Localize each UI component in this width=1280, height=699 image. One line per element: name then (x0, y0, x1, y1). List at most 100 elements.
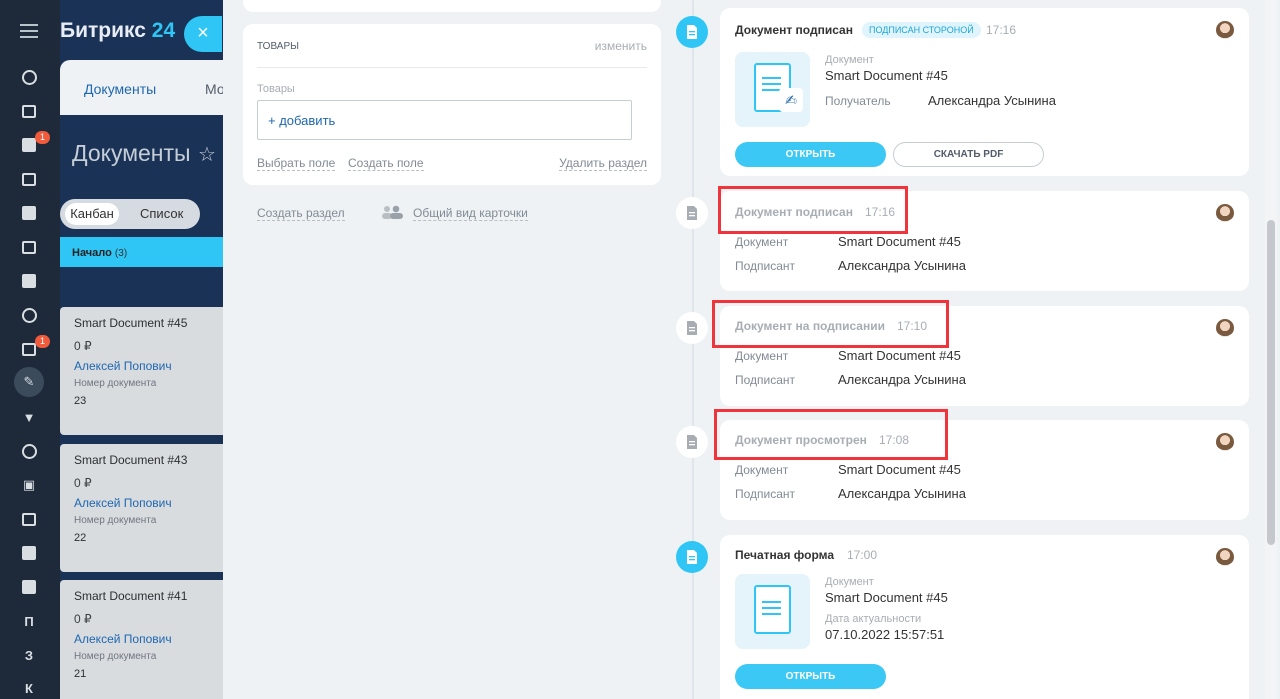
kanban-card-person[interactable]: Алексей Попович (74, 496, 172, 510)
create-field-link[interactable]: Создать поле (348, 156, 424, 171)
kanban-card[interactable]: Smart Document #45 0 ₽ Алексей Попович Н… (60, 307, 223, 435)
kanban-card-value: 21 (74, 668, 87, 680)
kanban-card-title[interactable]: Smart Document #45 (74, 316, 187, 330)
document-icon (676, 312, 708, 344)
kanban-card[interactable]: Smart Document #41 0 ₽ Алексей Попович Н… (60, 580, 223, 699)
feed-icon[interactable] (20, 68, 38, 86)
scrollbar[interactable] (1265, 0, 1277, 699)
chat-badge: 1 (35, 131, 50, 144)
left-nav: 1 1 ✎ ▼ ▣ П З К (0, 0, 60, 699)
add-goods-link[interactable]: + добавить (268, 113, 335, 128)
scrollbar-thumb[interactable] (1267, 220, 1275, 545)
calendar-icon[interactable] (20, 170, 38, 188)
highlight-box (714, 409, 948, 460)
filter-icon[interactable]: ▼ (20, 408, 38, 426)
goods-section: ТОВАРЫ изменить Товары + добавить Выбрат… (243, 24, 661, 185)
event-time: 17:00 (847, 548, 878, 562)
document-thumbnail[interactable] (735, 574, 810, 649)
kanban-card-title[interactable]: Smart Document #43 (74, 453, 187, 467)
doc-label: Документ (825, 576, 874, 588)
nav-letter-p[interactable]: П (20, 612, 38, 630)
kanban-card[interactable]: Smart Document #43 0 ₽ Алексей Попович Н… (60, 444, 223, 572)
doc-label: Документ (735, 349, 789, 363)
kanban-card-person[interactable]: Алексей Попович (74, 359, 172, 373)
doc-value[interactable]: Smart Document #45 (825, 590, 948, 605)
view-switcher: Канбан Список (60, 199, 200, 229)
kanban-card-person[interactable]: Алексей Попович (74, 632, 172, 646)
add-goods-field[interactable]: + добавить (257, 100, 632, 140)
robot-icon[interactable] (20, 544, 38, 562)
delete-section-link[interactable]: Удалить раздел (559, 156, 647, 171)
target-icon[interactable] (20, 442, 38, 460)
date-value: 07.10.2022 15:57:51 (825, 627, 945, 642)
drive-icon[interactable] (20, 238, 38, 256)
timeline-card-signed: Документ подписан подписан стороной 17:1… (720, 8, 1249, 176)
nav-letter-z[interactable]: З (20, 646, 38, 664)
create-section-link[interactable]: Создать раздел (257, 206, 345, 221)
background-page: Битрикс 24 × Документы Мо Документы ☆ Ка… (60, 0, 223, 699)
event-time: 17:16 (986, 23, 1017, 37)
avatar[interactable] (1216, 204, 1234, 222)
tasks-icon[interactable] (20, 102, 38, 120)
recipient-label: Получатель (825, 94, 891, 108)
tab-other[interactable]: Мо (205, 81, 223, 97)
document-icon (676, 426, 708, 458)
avatar[interactable] (1216, 319, 1234, 337)
kanban-card-value: 22 (74, 532, 87, 544)
contacts-icon[interactable] (20, 306, 38, 324)
cart-icon[interactable]: ▣ (20, 476, 38, 494)
card-icon[interactable] (20, 510, 38, 528)
nav-letter-k[interactable]: К (20, 679, 38, 697)
select-field-link[interactable]: Выбрать поле (257, 156, 336, 171)
event-title: Документ подписан (735, 23, 853, 37)
tab-documents[interactable]: Документы (84, 81, 156, 97)
page-icon (754, 585, 791, 634)
status-badge: подписан стороной (862, 22, 981, 38)
signer-label: Подписант (735, 487, 796, 501)
doc-value[interactable]: Smart Document #45 (825, 68, 948, 83)
avatar[interactable] (1216, 433, 1234, 451)
documents-icon[interactable] (20, 204, 38, 222)
doc-value[interactable]: Smart Document #45 (838, 348, 961, 363)
doc-value[interactable]: Smart Document #45 (838, 462, 961, 477)
sign-icon[interactable]: ✎ (20, 373, 38, 391)
highlight-box (718, 186, 908, 234)
download-pdf-button[interactable]: СКАЧАТЬ PDF (893, 142, 1044, 167)
doc-value[interactable]: Smart Document #45 (838, 234, 961, 249)
kanban-card-label: Номер документа (74, 378, 157, 389)
document-icon (676, 541, 708, 573)
kanban-column-header: Начало (3) (60, 237, 223, 267)
previous-section-card (243, 0, 661, 12)
document-thumbnail[interactable]: ✍ (735, 52, 810, 127)
close-slider-button[interactable]: × (184, 16, 222, 52)
doc-label: Документ (825, 54, 874, 66)
document-icon (676, 16, 708, 48)
star-icon[interactable]: ☆ (198, 142, 216, 167)
open-button[interactable]: ОТКРЫТЬ (735, 142, 886, 167)
kanban-card-title[interactable]: Smart Document #41 (74, 589, 187, 603)
signer-value: Александра Усынина (838, 372, 966, 387)
signer-value: Александра Усынина (838, 486, 966, 501)
avatar[interactable] (1216, 21, 1234, 39)
kanban-card-value: 23 (74, 395, 87, 407)
kanban-card-price: 0 ₽ (74, 339, 92, 353)
avatar[interactable] (1216, 548, 1234, 566)
view-list[interactable]: Список (140, 206, 183, 221)
timeline-card-print-form: Печатная форма 17:00 Документ Smart Docu… (720, 535, 1249, 699)
kanban-card-label: Номер документа (74, 515, 157, 526)
date-label: Дата актуальности (825, 613, 922, 625)
signer-label: Подписант (735, 373, 796, 387)
event-title: Печатная форма (735, 548, 835, 562)
recipient-value: Александра Усынина (928, 93, 1056, 108)
goods-edit-link[interactable]: изменить (595, 39, 647, 53)
box-icon[interactable] (20, 578, 38, 596)
open-button[interactable]: ОТКРЫТЬ (735, 664, 886, 689)
highlight-box (712, 300, 949, 348)
common-view-link[interactable]: Общий вид карточки (413, 206, 528, 221)
divider (257, 67, 647, 68)
menu-icon[interactable] (20, 24, 38, 38)
checklist-badge: 1 (35, 335, 50, 348)
people-icon (382, 205, 403, 219)
mail-icon[interactable] (20, 272, 38, 290)
view-kanban[interactable]: Канбан (65, 203, 119, 225)
